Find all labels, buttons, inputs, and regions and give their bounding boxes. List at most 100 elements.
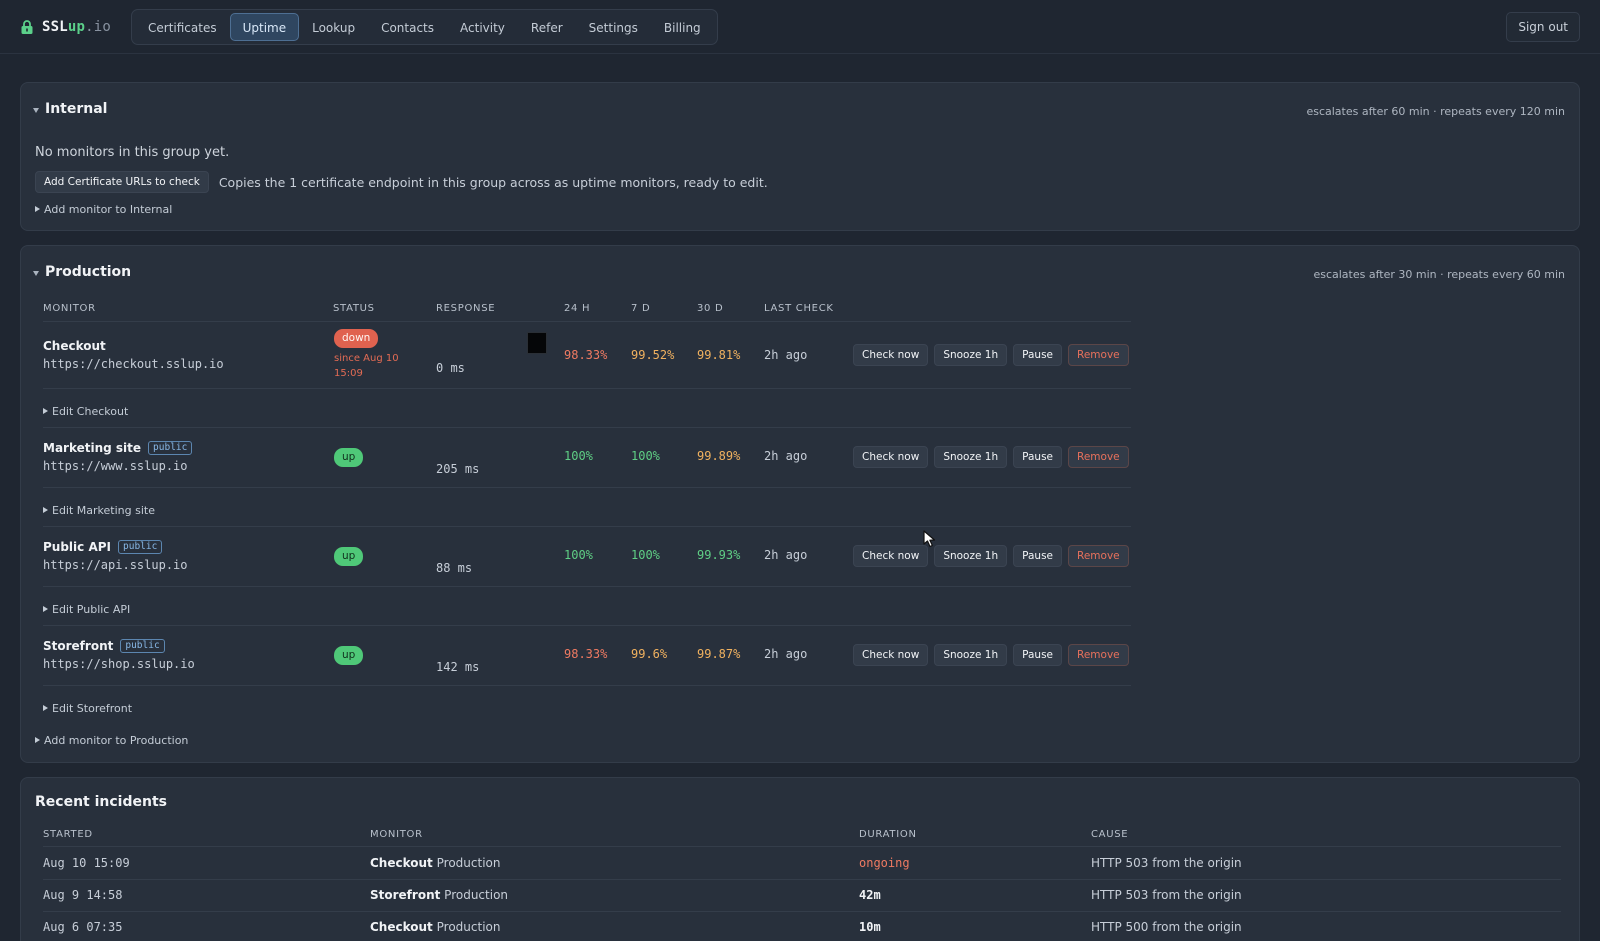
main-nav-tabs: Certificates Uptime Lookup Contacts Acti… xyxy=(131,8,718,45)
pause-button[interactable]: Pause xyxy=(1013,644,1063,666)
response-sparkline xyxy=(527,332,547,354)
monitor-actions: Check now Snooze 1h Pause Remove xyxy=(853,545,1129,567)
uptime-7d: 100% xyxy=(631,548,660,562)
incident-monitor[interactable]: Storefront Production xyxy=(370,888,508,902)
pause-button[interactable]: Pause xyxy=(1013,446,1063,468)
uptime-30d: 99.87% xyxy=(697,647,741,661)
add-monitor-production-toggle[interactable]: Add monitor to Production xyxy=(35,734,188,747)
incident-started: Aug 10 15:09 xyxy=(43,856,130,870)
uptime-30d: 99.89% xyxy=(697,449,741,463)
monitor-actions: Check now Snooze 1h Pause Remove xyxy=(853,644,1129,666)
uptime-24h: 98.33% xyxy=(564,348,608,362)
last-check: 2h ago xyxy=(764,548,808,562)
response-time: 0 ms xyxy=(436,361,465,375)
caret-right-icon xyxy=(43,705,48,711)
caret-down-icon xyxy=(33,107,39,113)
caret-right-icon xyxy=(35,737,40,743)
nav-tab-certificates[interactable]: Certificates xyxy=(135,13,230,41)
status-badge: up xyxy=(334,547,364,566)
monitor-name: Marketing site public xyxy=(43,441,193,455)
uptime-7d: 99.6% xyxy=(631,647,668,661)
last-check: 2h ago xyxy=(764,348,808,362)
remove-button[interactable]: Remove xyxy=(1068,344,1129,366)
nav-tab-lookup[interactable]: Lookup xyxy=(299,13,368,41)
lock-icon xyxy=(21,19,33,34)
column-header-monitor: Monitor xyxy=(43,303,96,314)
edit-monitor-toggle[interactable]: Edit Marketing site xyxy=(43,504,155,517)
nav-tab-uptime[interactable]: Uptime xyxy=(229,12,300,41)
column-header-status: Status xyxy=(333,303,375,314)
nav-tab-refer[interactable]: Refer xyxy=(518,13,576,41)
incident-cause: HTTP 503 from the origin xyxy=(1091,888,1242,902)
public-badge: public xyxy=(118,540,163,554)
response-time: 88 ms xyxy=(436,561,473,575)
monitor-name: Checkout xyxy=(43,339,106,353)
pause-button[interactable]: Pause xyxy=(1013,545,1063,567)
snooze-button[interactable]: Snooze 1h xyxy=(934,344,1008,366)
incident-cause: HTTP 503 from the origin xyxy=(1091,856,1242,870)
add-monitor-internal-toggle[interactable]: Add monitor to Internal xyxy=(35,203,172,216)
column-header-cause: Cause xyxy=(1091,829,1129,840)
check-now-button[interactable]: Check now xyxy=(853,644,929,666)
brand-name: SSLup.io xyxy=(42,18,112,35)
column-header-24h: 24 h xyxy=(564,303,591,314)
group-toggle-production[interactable]: Production xyxy=(33,264,131,280)
empty-state-message: No monitors in this group yet. xyxy=(35,145,230,160)
uptime-30d: 99.93% xyxy=(697,548,741,562)
brand-logo[interactable]: SSLup.io xyxy=(21,19,131,35)
monitor-actions: Check now Snooze 1h Pause Remove xyxy=(853,344,1129,366)
escalation-policy: escalates after 60 min · repeats every 1… xyxy=(1306,105,1565,118)
nav-tab-billing[interactable]: Billing xyxy=(651,13,714,41)
remove-button[interactable]: Remove xyxy=(1068,545,1129,567)
nav-tab-settings[interactable]: Settings xyxy=(576,13,651,41)
copy-certificates-row: Add Certificate URLs to check Copies the… xyxy=(35,171,768,193)
check-now-button[interactable]: Check now xyxy=(853,446,929,468)
monitor-url: https://checkout.sslup.io xyxy=(43,357,224,371)
remove-button[interactable]: Remove xyxy=(1068,446,1129,468)
row-divider xyxy=(43,321,1131,322)
row-divider xyxy=(43,586,1131,587)
group-toggle-internal[interactable]: Internal xyxy=(33,101,107,117)
row-divider xyxy=(43,427,1131,428)
incident-started: Aug 6 07:35 xyxy=(43,920,123,934)
last-check: 2h ago xyxy=(764,449,808,463)
incident-duration: 10m xyxy=(859,920,881,934)
incident-started: Aug 9 14:58 xyxy=(43,888,123,902)
uptime-24h: 98.33% xyxy=(564,647,608,661)
public-badge: public xyxy=(148,441,193,455)
incident-cause: HTTP 500 from the origin xyxy=(1091,920,1242,934)
check-now-button[interactable]: Check now xyxy=(853,344,929,366)
group-panel-production: Production escalates after 30 min · repe… xyxy=(20,245,1580,763)
uptime-30d: 99.81% xyxy=(697,348,741,362)
remove-button[interactable]: Remove xyxy=(1068,644,1129,666)
pause-button[interactable]: Pause xyxy=(1013,344,1063,366)
edit-monitor-toggle[interactable]: Edit Storefront xyxy=(43,702,132,715)
monitor-url: https://www.sslup.io xyxy=(43,459,188,473)
column-header-duration: Duration xyxy=(859,829,917,840)
status-badge: up xyxy=(334,646,364,665)
public-badge: public xyxy=(120,639,165,653)
nav-tab-contacts[interactable]: Contacts xyxy=(368,13,447,41)
snooze-button[interactable]: Snooze 1h xyxy=(934,644,1008,666)
escalation-policy: escalates after 30 min · repeats every 6… xyxy=(1313,268,1565,281)
sign-out-button[interactable]: Sign out xyxy=(1506,12,1580,42)
snooze-button[interactable]: Snooze 1h xyxy=(934,545,1008,567)
section-title: Recent incidents xyxy=(35,794,167,810)
snooze-button[interactable]: Snooze 1h xyxy=(934,446,1008,468)
row-divider xyxy=(43,526,1131,527)
incident-monitor[interactable]: Checkout Production xyxy=(370,920,500,934)
edit-monitor-toggle[interactable]: Edit Public API xyxy=(43,603,130,616)
top-nav-bar: SSLup.io Certificates Uptime Lookup Cont… xyxy=(0,0,1600,54)
check-now-button[interactable]: Check now xyxy=(853,545,929,567)
edit-monitor-toggle[interactable]: Edit Checkout xyxy=(43,405,128,418)
incident-duration: ongoing xyxy=(859,856,910,870)
last-check: 2h ago xyxy=(764,647,808,661)
incident-monitor[interactable]: Checkout Production xyxy=(370,856,500,870)
caret-right-icon xyxy=(43,507,48,513)
row-divider xyxy=(43,685,1131,686)
row-divider xyxy=(43,846,1561,847)
group-title: Internal xyxy=(45,101,108,117)
nav-tab-activity[interactable]: Activity xyxy=(447,13,518,41)
recent-incidents-panel: Recent incidents Started Monitor Duratio… xyxy=(20,777,1580,941)
add-certificate-urls-button[interactable]: Add Certificate URLs to check xyxy=(35,171,209,193)
